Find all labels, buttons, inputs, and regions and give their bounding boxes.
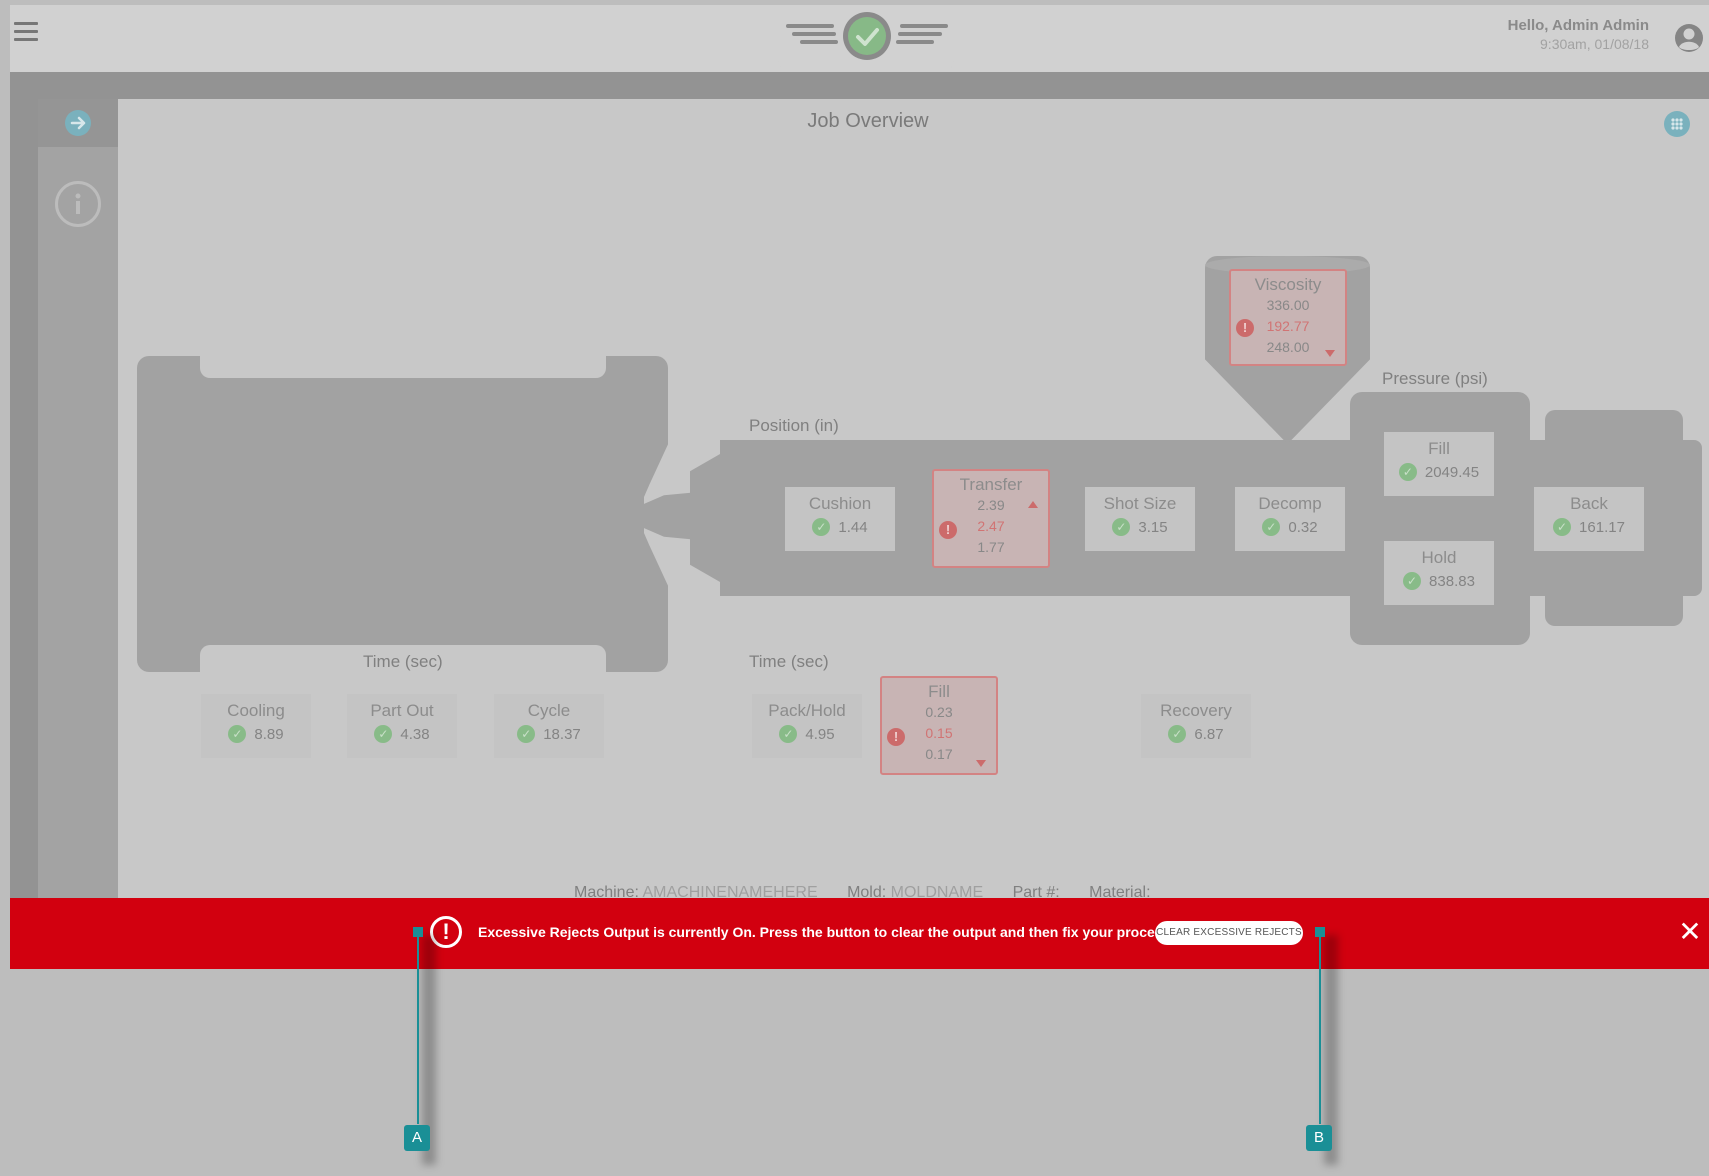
pack-hold-value: 4.95 [805, 725, 835, 743]
shot-size-label: Shot Size [1103, 494, 1177, 513]
check-circle-icon: ✓ [1168, 725, 1187, 743]
datetime-text: 9:30am, 01/08/18 [1540, 36, 1649, 52]
transfer-label: Transfer [959, 475, 1023, 494]
info-icon[interactable] [55, 181, 101, 227]
callout-b-tag: B [1306, 1125, 1332, 1151]
callout-b-anchor [1315, 927, 1325, 937]
viscosity-alert-card[interactable]: Viscosity 336.00 192.77 248.00 ! [1229, 269, 1347, 366]
check-circle-icon: ✓ [228, 725, 247, 743]
fill-pressure-label: Fill [1428, 439, 1450, 458]
part-out-label: Part Out [370, 701, 434, 720]
clamp-time-section-label: Time (sec) [363, 652, 443, 671]
clamp-unit-graphic [137, 356, 668, 672]
injection-time-section-label: Time (sec) [749, 652, 829, 671]
exclamation-circle-icon: ! [887, 728, 905, 746]
check-circle-icon: ✓ [1553, 518, 1572, 536]
cushion-value: 1.44 [838, 518, 868, 536]
recovery-value: 6.87 [1194, 725, 1224, 743]
back-pressure-card[interactable]: Back ✓ 161.17 [1534, 487, 1644, 551]
trend-down-icon [1325, 350, 1335, 357]
cooling-value: 8.89 [254, 725, 284, 743]
fill-time-alert-card[interactable]: Fill 0.23 0.15 0.17 ! [880, 676, 998, 775]
cooling-label: Cooling [227, 701, 285, 720]
ejector-graphic [1680, 440, 1702, 596]
cycle-value: 18.37 [543, 725, 581, 743]
user-greeting: Hello, Admin Admin 9:30am, 01/08/18 [1508, 17, 1649, 53]
check-circle-icon: ✓ [1403, 572, 1422, 590]
apps-grid-icon[interactable] [1664, 111, 1690, 137]
cooling-card[interactable]: Cooling ✓ 8.89 [201, 694, 311, 758]
check-circle-icon: ✓ [1398, 463, 1417, 481]
recovery-label: Recovery [1160, 701, 1232, 720]
hold-pressure-label: Hold [1421, 548, 1457, 567]
callout-a-line [417, 932, 419, 1124]
page-title: Job Overview [807, 110, 929, 132]
recovery-card[interactable]: Recovery ✓ 6.87 [1141, 694, 1251, 758]
fill-time-upper: 0.23 [925, 704, 953, 720]
greeting-text: Hello, Admin Admin [1507, 17, 1649, 34]
banner-message: Excessive Rejects Output is currently On… [478, 924, 1175, 940]
shot-size-value: 3.15 [1138, 518, 1168, 536]
check-circle-icon: ✓ [779, 725, 798, 743]
callout-a-tag: A [404, 1125, 430, 1151]
decomp-card[interactable]: Decomp ✓ 0.32 [1235, 487, 1345, 551]
viscosity-label: Viscosity [1254, 275, 1322, 294]
transfer-lower: 1.77 [977, 539, 1005, 555]
exclamation-circle-icon: ! [939, 521, 957, 539]
check-circle-icon: ✓ [812, 518, 831, 536]
pack-hold-card[interactable]: Pack/Hold ✓ 4.95 [752, 694, 862, 758]
trend-up-icon [1028, 501, 1038, 508]
app-logo[interactable] [782, 12, 952, 64]
check-circle-icon: ✓ [1262, 518, 1281, 536]
callout-a-anchor [413, 927, 423, 937]
position-section-label: Position (in) [749, 416, 839, 435]
user-account-icon[interactable] [1674, 23, 1704, 53]
check-circle-icon: ✓ [374, 725, 393, 743]
viscosity-upper: 336.00 [1266, 297, 1310, 313]
decomp-label: Decomp [1258, 494, 1322, 513]
trend-down-icon [976, 760, 986, 767]
cushion-card[interactable]: Cushion ✓ 1.44 [785, 487, 895, 551]
fill-time-label: Fill [928, 682, 950, 701]
hold-pressure-value: 838.83 [1429, 572, 1475, 590]
exclamation-circle-icon: ! [1236, 319, 1254, 337]
arrow-right-icon[interactable] [65, 110, 91, 136]
close-icon[interactable]: ✕ [1678, 918, 1702, 946]
pack-hold-label: Pack/Hold [768, 701, 846, 720]
back-pressure-label: Back [1570, 494, 1608, 513]
clear-excessive-rejects-button[interactable]: CLEAR EXCESSIVE REJECTS [1155, 921, 1303, 945]
hamburger-menu-icon[interactable] [14, 22, 38, 42]
pressure-block-graphic [1350, 392, 1530, 645]
part-out-card[interactable]: Part Out ✓ 4.38 [347, 694, 457, 758]
part-out-value: 4.38 [400, 725, 430, 743]
cushion-label: Cushion [808, 494, 872, 513]
callout-b-line [1319, 932, 1321, 1124]
decomp-value: 0.32 [1288, 518, 1318, 536]
pressure-section-label: Pressure (psi) [1382, 369, 1488, 388]
back-pressure-value: 161.17 [1579, 518, 1625, 536]
hold-pressure-card[interactable]: Hold ✓ 838.83 [1384, 541, 1494, 605]
check-circle-icon: ✓ [517, 725, 536, 743]
clamp-top-notch [200, 356, 606, 378]
check-circle-icon: ✓ [1112, 518, 1131, 536]
fill-pressure-value: 2049.45 [1424, 463, 1480, 481]
transfer-alert-card[interactable]: Transfer 2.39 2.47 1.77 ! [932, 469, 1050, 568]
cycle-card[interactable]: Cycle ✓ 18.37 [494, 694, 604, 758]
shot-size-card[interactable]: Shot Size ✓ 3.15 [1085, 487, 1195, 551]
cycle-label: Cycle [527, 701, 571, 720]
fill-pressure-card[interactable]: Fill ✓ 2049.45 [1384, 432, 1494, 496]
